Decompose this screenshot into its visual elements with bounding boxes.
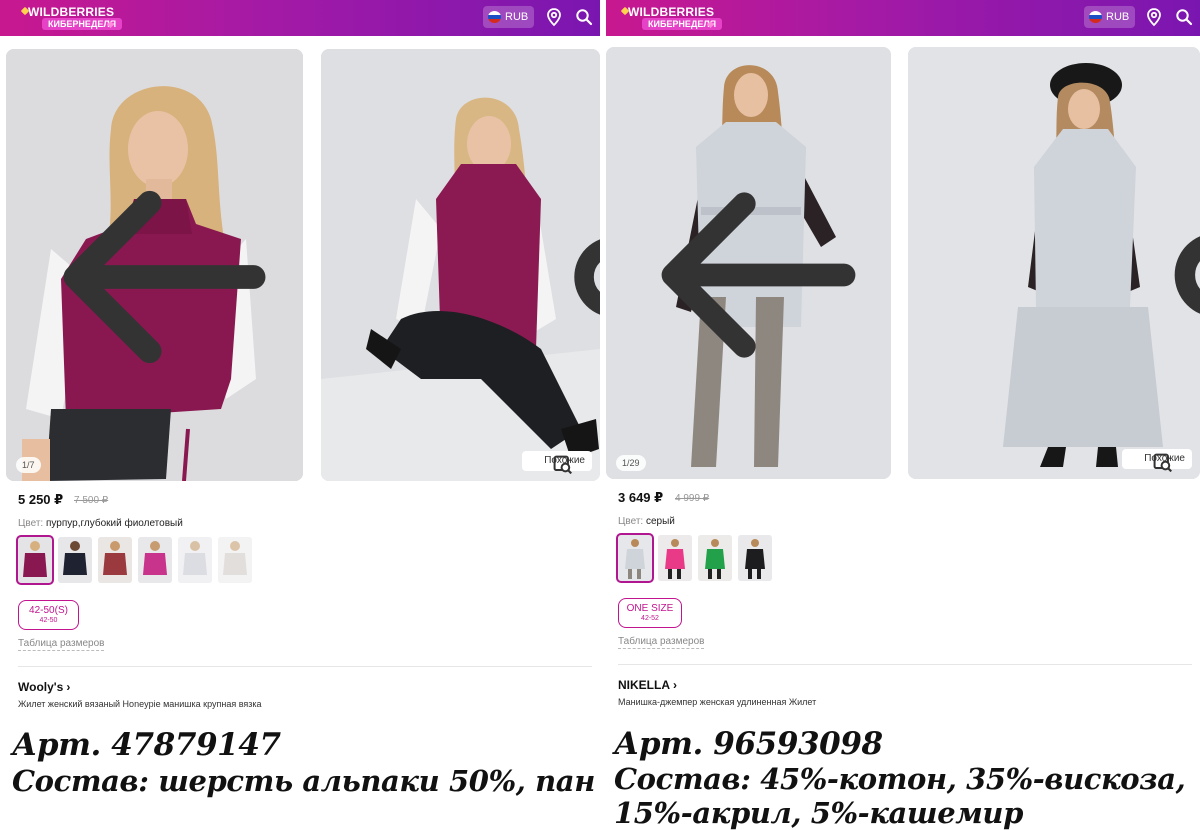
chevron-right-icon: › xyxy=(66,680,71,694)
size-option[interactable]: ONE SIZE 42-52 xyxy=(618,598,682,628)
wildberries-logo[interactable]: WILDBERRIES КИБЕРНЕДЕЛЯ xyxy=(620,4,723,32)
divider xyxy=(18,666,592,667)
caption-article: Арт. 47879147 xyxy=(12,727,281,763)
chevron-right-icon: › xyxy=(673,678,677,692)
brand-link[interactable]: Wooly's › xyxy=(18,680,70,694)
caption-composition: Состав: шерсть альпаки 50%, пан 50% xyxy=(12,764,600,798)
heart-icon[interactable] xyxy=(573,61,600,481)
currency-selector[interactable]: RUB xyxy=(1084,6,1136,28)
currency-selector[interactable]: RUB xyxy=(483,6,535,28)
brand-link[interactable]: NIKELLA › xyxy=(618,678,677,692)
size-table-link[interactable]: Таблица размеров xyxy=(18,638,105,651)
old-price: 7 500 ₽ xyxy=(74,495,109,506)
photo-counter: 1/7 xyxy=(16,457,41,473)
color-line: Цвет: пурпур,глубокий фиолетовый xyxy=(18,518,183,529)
similar-button[interactable]: Похожие xyxy=(1122,449,1192,473)
caption-composition-line1: Состав: 45%-котон, 35%-вискоза, xyxy=(614,762,1186,796)
search-icon[interactable] xyxy=(1174,7,1194,27)
color-option[interactable] xyxy=(698,535,732,581)
color-option[interactable] xyxy=(138,537,172,583)
divider xyxy=(618,664,1192,665)
similar-icon xyxy=(553,455,573,475)
color-option[interactable] xyxy=(16,535,54,585)
wildberries-logo[interactable]: WILDBERRIES КИБЕРНЕДЕЛЯ xyxy=(20,4,123,32)
location-pin-icon[interactable] xyxy=(544,7,564,27)
caption-article: Арт. 96593098 xyxy=(614,726,883,762)
color-option[interactable] xyxy=(616,533,654,583)
similar-button[interactable]: Похожие xyxy=(522,451,592,475)
price: 3 649 ₽ xyxy=(618,490,664,505)
color-option[interactable] xyxy=(58,537,92,583)
photo-counter: 1/29 xyxy=(616,455,646,471)
color-line: Цвет: серый xyxy=(618,516,675,527)
old-price: 4 999 ₽ xyxy=(675,493,710,504)
similar-icon xyxy=(1153,453,1173,473)
color-option[interactable] xyxy=(218,537,252,583)
location-pin-icon[interactable] xyxy=(1144,7,1164,27)
size-table-link[interactable]: Таблица размеров xyxy=(618,636,705,649)
product-photo-secondary[interactable]: Похожие xyxy=(908,47,1200,479)
product-photo-main[interactable]: 1/29 xyxy=(606,47,891,479)
product-name: Жилет женский вязаный Honeypie манишка к… xyxy=(18,699,262,709)
color-option[interactable] xyxy=(98,537,132,583)
back-arrow-icon[interactable] xyxy=(16,61,303,481)
product-panel-left: WILDBERRIES КИБЕРНЕДЕЛЯ RUB 1/7 Похожие … xyxy=(0,0,600,830)
heart-icon[interactable] xyxy=(1172,59,1200,479)
top-bar: WILDBERRIES КИБЕРНЕДЕЛЯ RUB xyxy=(0,0,600,36)
price: 5 250 ₽ xyxy=(18,492,64,507)
product-name: Манишка-джемпер женская удлиненная Жилет xyxy=(618,697,817,707)
back-arrow-icon[interactable] xyxy=(616,59,891,479)
russia-flag-icon xyxy=(488,11,501,23)
product-photo-main[interactable]: 1/7 xyxy=(6,49,303,481)
size-option[interactable]: 42-50(S) 42-50 xyxy=(18,600,79,630)
search-icon[interactable] xyxy=(574,7,594,27)
color-option[interactable] xyxy=(178,537,212,583)
caption-composition-line2: 15%-акрил, 5%-кашемир xyxy=(614,796,1023,830)
product-panel-right: WILDBERRIES КИБЕРНЕДЕЛЯ RUB 1/29 Похожие… xyxy=(606,0,1200,830)
color-option[interactable] xyxy=(658,535,692,581)
top-bar: WILDBERRIES КИБЕРНЕДЕЛЯ RUB xyxy=(606,0,1200,36)
russia-flag-icon xyxy=(1089,11,1102,23)
color-option[interactable] xyxy=(738,535,772,581)
product-photo-secondary[interactable]: Похожие xyxy=(321,49,600,481)
